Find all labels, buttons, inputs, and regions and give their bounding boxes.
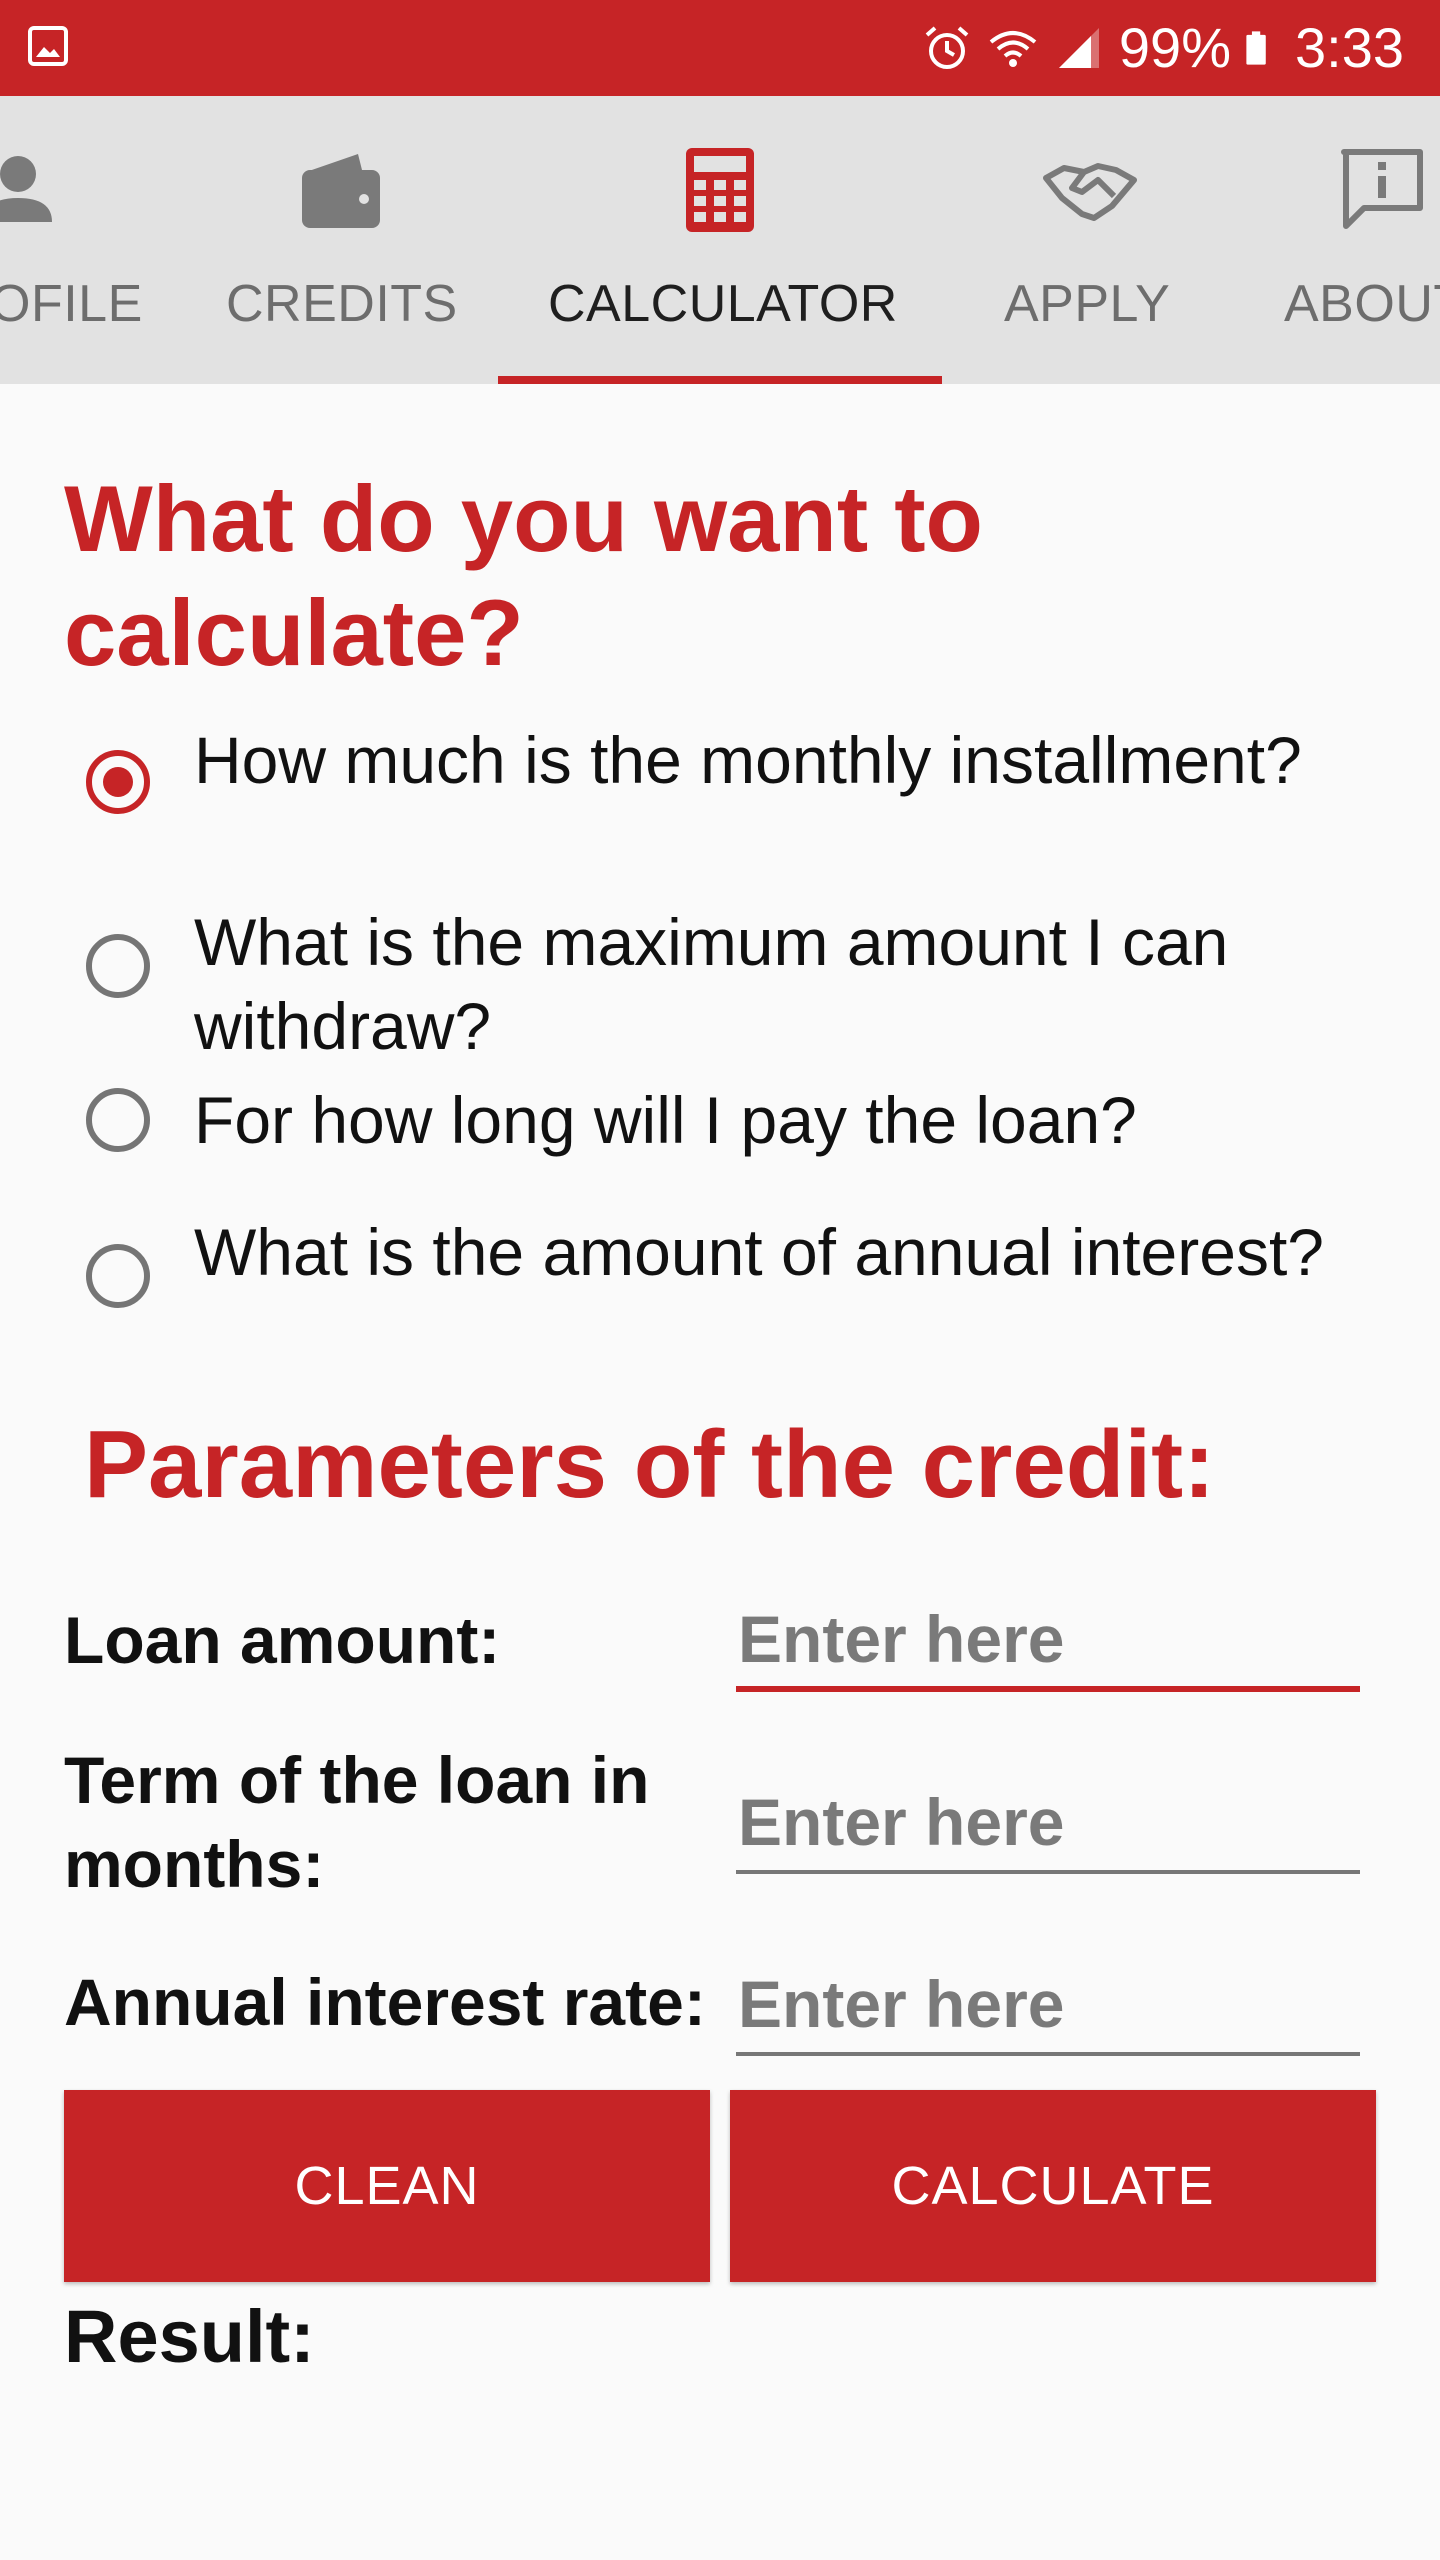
wallet-icon (302, 154, 380, 228)
tab-calculator[interactable]: CALCULATOR (498, 96, 942, 384)
tab-label: CREDITS (226, 275, 458, 333)
tab-label: CALCULATOR (548, 275, 898, 333)
clock: 3:33 (1295, 16, 1404, 79)
loan-amount-input[interactable] (736, 1592, 1360, 1692)
result-label: Result: (64, 2295, 315, 2378)
question-title: What do you want to calculate? (64, 466, 983, 685)
radio-button[interactable] (86, 934, 150, 998)
loan-amount-label: Loan amount: (64, 1603, 501, 1677)
alarm-icon (925, 26, 969, 69)
tab-label: ABOUT (1284, 275, 1440, 333)
tab-profile[interactable]: OFILE (0, 96, 150, 384)
person-icon (0, 156, 52, 222)
term-label: Term of the loan in months: (64, 1743, 650, 1901)
interest-rate-input[interactable] (736, 1956, 1360, 2056)
tab-apply[interactable]: APPLY (970, 96, 1210, 384)
tab-credits[interactable]: CREDITS (190, 96, 490, 384)
interest-rate-label: Annual interest rate: (64, 1965, 706, 2039)
signal-icon (1058, 28, 1099, 68)
active-tab-indicator (498, 376, 942, 384)
handshake-icon (1043, 163, 1137, 221)
calculator-icon (686, 148, 754, 232)
option-label: What is the maximum amount I can withdra… (194, 905, 1229, 1063)
tab-about[interactable]: ABOUT (1260, 96, 1440, 384)
calculate-button[interactable]: CALCULATE (730, 2090, 1376, 2282)
info-feedback-icon (1341, 149, 1423, 229)
option-label: How much is the monthly installment? (194, 723, 1302, 797)
status-bar: 99% 3:33 (0, 0, 1440, 96)
clean-button[interactable]: CLEAN (64, 2090, 710, 2282)
tab-label: APPLY (1004, 275, 1171, 333)
wifi-icon (989, 31, 1037, 67)
radio-button[interactable] (86, 1244, 150, 1308)
image-notification-icon (28, 26, 68, 66)
parameters-title: Parameters of the credit: (84, 1411, 1216, 1518)
term-input[interactable] (736, 1774, 1360, 1874)
tab-bar: OFILE CREDITS CALCULATOR APPLY ABOU (0, 96, 1440, 384)
tab-label: OFILE (0, 275, 143, 333)
battery-percent: 99% (1118, 16, 1231, 79)
option-label: For how long will I pay the loan? (194, 1083, 1137, 1157)
radio-button[interactable] (86, 1088, 150, 1152)
option-label: What is the amount of annual interest? (194, 1215, 1324, 1289)
battery-icon (1246, 31, 1266, 65)
radio-button[interactable] (86, 750, 150, 814)
